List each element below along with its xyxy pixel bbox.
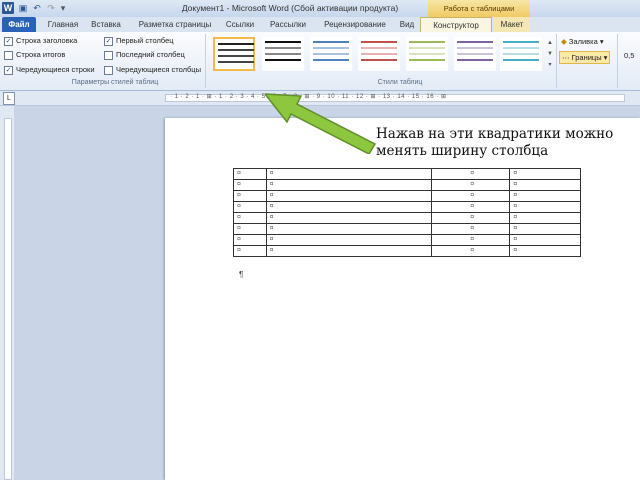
table-cell[interactable]: ¤	[265, 234, 433, 246]
word-app-icon[interactable]: W	[2, 2, 14, 14]
first-column-checkbox[interactable]: ✓ Первый столбец	[104, 36, 174, 46]
header-row-checkbox[interactable]: ✓ Строка заголовка	[4, 36, 77, 46]
checkbox-unchecked-icon	[4, 50, 13, 60]
table-cell[interactable]: ¤	[509, 223, 581, 235]
table-row[interactable]: ¤ ¤ ¤ ¤	[233, 179, 581, 191]
table-row[interactable]: ¤ ¤ ¤ ¤	[233, 190, 581, 202]
table-cell[interactable]: ¤	[233, 212, 267, 224]
table-cell[interactable]: ¤	[265, 201, 433, 213]
ruler-numbers: · 1 · 2 · 1 · ⊞ · 1 · 2 · 3 · 4 · 5 · 6 …	[170, 94, 447, 100]
table-cell[interactable]: ¤	[265, 179, 433, 191]
table-cell[interactable]: ¤	[265, 212, 433, 224]
banded-columns-checkbox[interactable]: Чередующиеся столбцы	[104, 65, 201, 75]
table-cell[interactable]: ¤	[431, 212, 511, 224]
table-cell[interactable]: ¤	[233, 190, 267, 202]
borders-button[interactable]: ⋯ Границы ▾	[559, 51, 611, 64]
save-icon[interactable]: ▣	[18, 3, 28, 13]
table-row[interactable]: ¤ ¤ ¤ ¤	[233, 234, 581, 246]
pen-weight-value[interactable]: 0,5	[624, 50, 634, 61]
table-cell[interactable]: ¤	[509, 212, 581, 224]
table-row[interactable]: ¤ ¤ ¤ ¤	[233, 245, 581, 257]
table-cell[interactable]: ¤	[509, 245, 581, 257]
tab-references[interactable]: Ссылки	[222, 17, 258, 32]
checkbox-unchecked-icon	[104, 50, 113, 60]
table-cell[interactable]: ¤	[265, 168, 433, 180]
table-cell[interactable]: ¤	[509, 190, 581, 202]
undo-icon[interactable]: ↶	[32, 3, 42, 13]
table-style-black[interactable]	[262, 37, 304, 71]
table-cell[interactable]: ¤	[431, 201, 511, 213]
table-cell[interactable]: ¤	[233, 245, 267, 257]
table-tools-context-label: Работа с таблицами	[428, 0, 530, 17]
table-style-aqua[interactable]	[500, 37, 542, 71]
shading-button[interactable]: ◆ Заливка ▾	[561, 36, 604, 47]
table-style-purple[interactable]	[454, 37, 496, 71]
tab-table-layout[interactable]: Макет	[494, 17, 530, 32]
table-cell[interactable]: ¤	[431, 245, 511, 257]
redo-icon[interactable]: ↷	[46, 3, 56, 13]
group-separator	[205, 34, 206, 88]
table-cell[interactable]: ¤	[233, 201, 267, 213]
table-style-options-group-label: Параметры стилей таблиц	[71, 79, 159, 86]
table-cell[interactable]: ¤	[265, 245, 433, 257]
tab-file[interactable]: Файл	[2, 17, 36, 32]
table-cell[interactable]: ¤	[431, 234, 511, 246]
table-cell[interactable]: ¤	[265, 223, 433, 235]
tab-view[interactable]: Вид	[396, 17, 418, 32]
title-bar: W ▣ ↶ ↷ ▾ Документ1 - Microsoft Word (Сб…	[0, 0, 640, 18]
table-cell[interactable]: ¤	[509, 168, 581, 180]
ribbon-tab-bar: Файл Главная Вставка Разметка страницы С…	[0, 17, 640, 32]
table-style-blue[interactable]	[310, 37, 352, 71]
table-cell[interactable]: ¤	[233, 168, 267, 180]
last-column-checkbox[interactable]: Последний столбец	[104, 50, 185, 60]
total-row-checkbox[interactable]: Строка итогов	[4, 50, 65, 60]
table-cell[interactable]: ¤	[509, 201, 581, 213]
table-cell[interactable]: ¤	[431, 179, 511, 191]
table-cell[interactable]: ¤	[431, 190, 511, 202]
table-cell[interactable]: ¤	[431, 223, 511, 235]
tab-page-layout[interactable]: Разметка страницы	[130, 17, 220, 32]
table-cell[interactable]: ¤	[509, 234, 581, 246]
gallery-scroll-icon[interactable]: ▲ ▼ ▾	[546, 38, 554, 72]
tab-mailings[interactable]: Рассылки	[264, 17, 312, 32]
customize-qat-icon[interactable]: ▾	[58, 3, 68, 13]
checkbox-checked-icon: ✓	[4, 65, 13, 75]
paint-bucket-icon: ◆	[561, 37, 567, 46]
document-table[interactable]: ¤ ¤ ¤ ¤ ¤ ¤ ¤ ¤ ¤ ¤ ¤ ¤ ¤ ¤ ¤ ¤ ¤ ¤ ¤ ¤ ¤ ¤ ¤ ¤ ¤ ¤ ¤ ¤ ¤ ¤ ¤ ¤	[233, 168, 581, 257]
tab-home[interactable]: Главная	[42, 17, 84, 32]
table-cell[interactable]: ¤	[233, 234, 267, 246]
annotation-text: Нажав на эти квадратики можно менять шир…	[376, 126, 614, 159]
green-arrow-icon	[265, 93, 377, 154]
checkbox-checked-icon: ✓	[4, 36, 13, 46]
table-row[interactable]: ¤ ¤ ¤ ¤	[233, 168, 581, 180]
checkbox-unchecked-icon	[104, 65, 113, 75]
checkbox-checked-icon: ✓	[104, 36, 113, 46]
tab-insert[interactable]: Вставка	[86, 17, 126, 32]
table-cell[interactable]: ¤	[233, 223, 267, 235]
table-style-plain-grid[interactable]	[213, 37, 255, 71]
group-separator	[556, 34, 557, 88]
table-style-red[interactable]	[358, 37, 400, 71]
paragraph-mark: ¶	[239, 270, 244, 279]
table-cell[interactable]: ¤	[509, 179, 581, 191]
table-cell[interactable]: ¤	[233, 179, 267, 191]
vertical-ruler-strip	[4, 118, 12, 480]
table-row[interactable]: ¤ ¤ ¤ ¤	[233, 212, 581, 224]
table-row[interactable]: ¤ ¤ ¤ ¤	[233, 201, 581, 213]
window-title: Документ1 - Microsoft Word (Сбой активац…	[181, 3, 399, 13]
table-cell[interactable]: ¤	[265, 190, 433, 202]
borders-icon: ⋯	[562, 53, 570, 62]
table-row[interactable]: ¤ ¤ ¤ ¤	[233, 223, 581, 235]
table-cell[interactable]: ¤	[431, 168, 511, 180]
tab-review[interactable]: Рецензирование	[316, 17, 394, 32]
tab-table-design[interactable]: Конструктор	[420, 17, 492, 32]
banded-rows-checkbox[interactable]: ✓ Чередующиеся строки	[4, 65, 95, 75]
tab-stop-selector[interactable]: L	[3, 92, 15, 105]
group-separator	[617, 34, 618, 88]
table-style-green[interactable]	[406, 37, 448, 71]
